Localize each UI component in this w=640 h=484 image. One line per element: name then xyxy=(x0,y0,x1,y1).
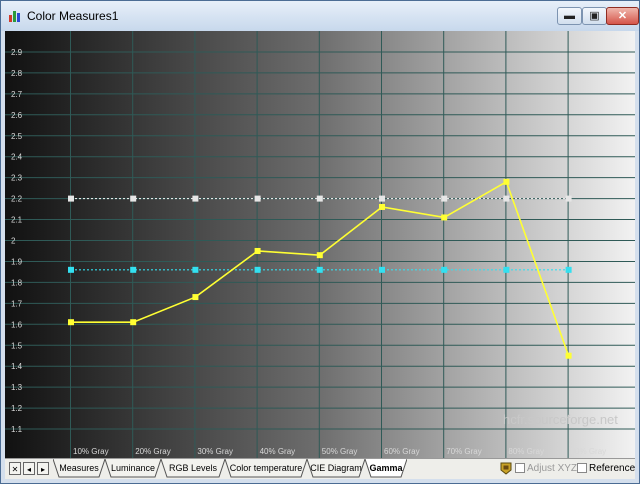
series-point xyxy=(565,352,572,359)
tab-luminance[interactable]: Luminance xyxy=(105,459,161,478)
tab-label: Measures xyxy=(59,463,99,473)
y-tick-label: 1.9 xyxy=(11,257,23,266)
maximize-button[interactable]: ▣ xyxy=(582,7,607,25)
minimize-button[interactable]: ▬ xyxy=(557,7,582,25)
series-point xyxy=(379,195,385,202)
series-point xyxy=(254,247,261,254)
series-point xyxy=(565,266,572,273)
x-tick-label: 80% Gray xyxy=(508,447,544,456)
y-tick-label: 1.8 xyxy=(11,278,23,287)
x-tick-label: 40% Gray xyxy=(260,447,296,456)
y-tick-label: 1.5 xyxy=(11,341,23,350)
x-tick-label: 60% Gray xyxy=(384,447,420,456)
display-mode-icon[interactable] xyxy=(500,462,512,475)
series-point xyxy=(254,195,261,202)
y-tick-label: 2.6 xyxy=(11,111,23,120)
close-icon: ✕ xyxy=(617,10,628,22)
series-point xyxy=(503,266,510,273)
adjust-xyz-checkbox[interactable] xyxy=(515,463,525,473)
series-point xyxy=(68,319,74,326)
series-point xyxy=(130,266,137,273)
series-point xyxy=(254,266,261,273)
tab-cie-diagram[interactable]: CIE Diagram xyxy=(307,459,365,478)
x-tick-label: 90% Gray xyxy=(571,447,607,456)
x-tick-label: 20% Gray xyxy=(135,447,171,456)
tab-label: Color temperature xyxy=(229,463,303,473)
series-point xyxy=(192,195,199,202)
nav-next-button[interactable]: ▸ xyxy=(37,462,49,475)
x-axis-ticks: 10% Gray 20% Gray 30% Gray 40% Gray 50% Gray… xyxy=(73,447,606,456)
series-point xyxy=(316,266,323,273)
tab-color-temperature[interactable]: Color temperature xyxy=(225,459,307,478)
series-point xyxy=(379,203,385,210)
x-tick-label: 50% Gray xyxy=(322,447,358,456)
tab-label: RGB Levels xyxy=(168,463,218,473)
adjust-xyz-label: Adjust XYZ xyxy=(527,463,578,474)
y-tick-label: 2.3 xyxy=(11,174,23,183)
tab-label: Luminance xyxy=(110,463,156,473)
minimize-icon: ▬ xyxy=(564,10,575,22)
tab-measures[interactable]: Measures xyxy=(53,459,105,478)
series-point xyxy=(130,319,137,326)
title-bar[interactable]: Color Measures1 ▬ ▣ ✕ xyxy=(1,1,639,31)
nav-first-button[interactable]: ✕ xyxy=(9,462,21,475)
reference-label: Reference xyxy=(589,463,636,474)
series-point xyxy=(192,294,199,301)
bar-chart-icon xyxy=(9,11,20,22)
series-point xyxy=(441,195,448,202)
nav-prev-button[interactable]: ◂ xyxy=(23,462,35,475)
y-tick-label: 1.1 xyxy=(11,425,23,434)
gamma-chart[interactable]: 1.1 1.2 1.3 1.4 1.5 1.6 1.7 1.8 1.9 2 2.1 2.2 2.3 2.4… xyxy=(5,31,635,458)
window-title: Color Measures1 xyxy=(27,9,119,23)
series-point xyxy=(503,178,510,185)
y-tick-label: 2.1 xyxy=(11,216,23,225)
y-tick-label: 2.4 xyxy=(11,153,23,162)
chart-background xyxy=(5,31,635,458)
series-point xyxy=(130,195,137,202)
y-tick-label: 1.2 xyxy=(11,404,23,413)
y-tick-label: 1.4 xyxy=(11,362,23,371)
y-tick-label: 2.9 xyxy=(11,48,23,57)
tab-gamma[interactable]: Gamma xyxy=(365,459,407,478)
y-tick-label: 2.2 xyxy=(11,195,23,204)
watermark-text: hcfr.sourceforge.net xyxy=(503,412,618,427)
y-tick-label: 2.5 xyxy=(11,132,23,141)
series-point xyxy=(503,195,510,202)
y-tick-label: 1.6 xyxy=(11,320,23,329)
series-point xyxy=(441,214,448,221)
gamma-chart-svg: 1.1 1.2 1.3 1.4 1.5 1.6 1.7 1.8 1.9 2 2.1 2.2 2.3 2.4… xyxy=(5,31,635,458)
y-tick-label: 2 xyxy=(11,237,16,246)
y-tick-label: 2.8 xyxy=(11,69,23,78)
chevron-left-icon: ◂ xyxy=(26,465,31,474)
tab-label: Gamma xyxy=(369,463,403,473)
tab-rgb-levels[interactable]: RGB Levels xyxy=(161,459,225,478)
series-point xyxy=(316,195,323,202)
close-button[interactable]: ✕ xyxy=(606,7,639,25)
series-point xyxy=(565,195,572,202)
color-measures-window: Color Measures1 ▬ ▣ ✕ 1.1 1.2 1.3 1.4 1.5 1.6… xyxy=(0,0,640,484)
tab-bar: ✕ ◂ ▸ Measures Luminance RGB Levels Colo… xyxy=(5,458,635,479)
x-tick-label: 70% Gray xyxy=(446,447,482,456)
y-tick-label: 2.7 xyxy=(11,90,23,99)
series-point xyxy=(316,252,323,259)
x-tick-label: 30% Gray xyxy=(197,447,233,456)
maximize-icon: ▣ xyxy=(589,10,600,22)
series-point xyxy=(379,266,385,273)
x-tick-label: 10% Gray xyxy=(73,447,109,456)
series-point xyxy=(68,266,74,273)
series-point xyxy=(441,266,448,273)
x-icon: ✕ xyxy=(11,465,19,474)
series-point xyxy=(192,266,199,273)
y-tick-label: 1.7 xyxy=(11,299,23,308)
y-tick-label: 1.3 xyxy=(11,383,23,392)
reference-checkbox[interactable] xyxy=(577,463,587,473)
tab-label: CIE Diagram xyxy=(310,463,362,473)
series-point xyxy=(68,195,74,202)
chevron-right-icon: ▸ xyxy=(40,465,45,474)
